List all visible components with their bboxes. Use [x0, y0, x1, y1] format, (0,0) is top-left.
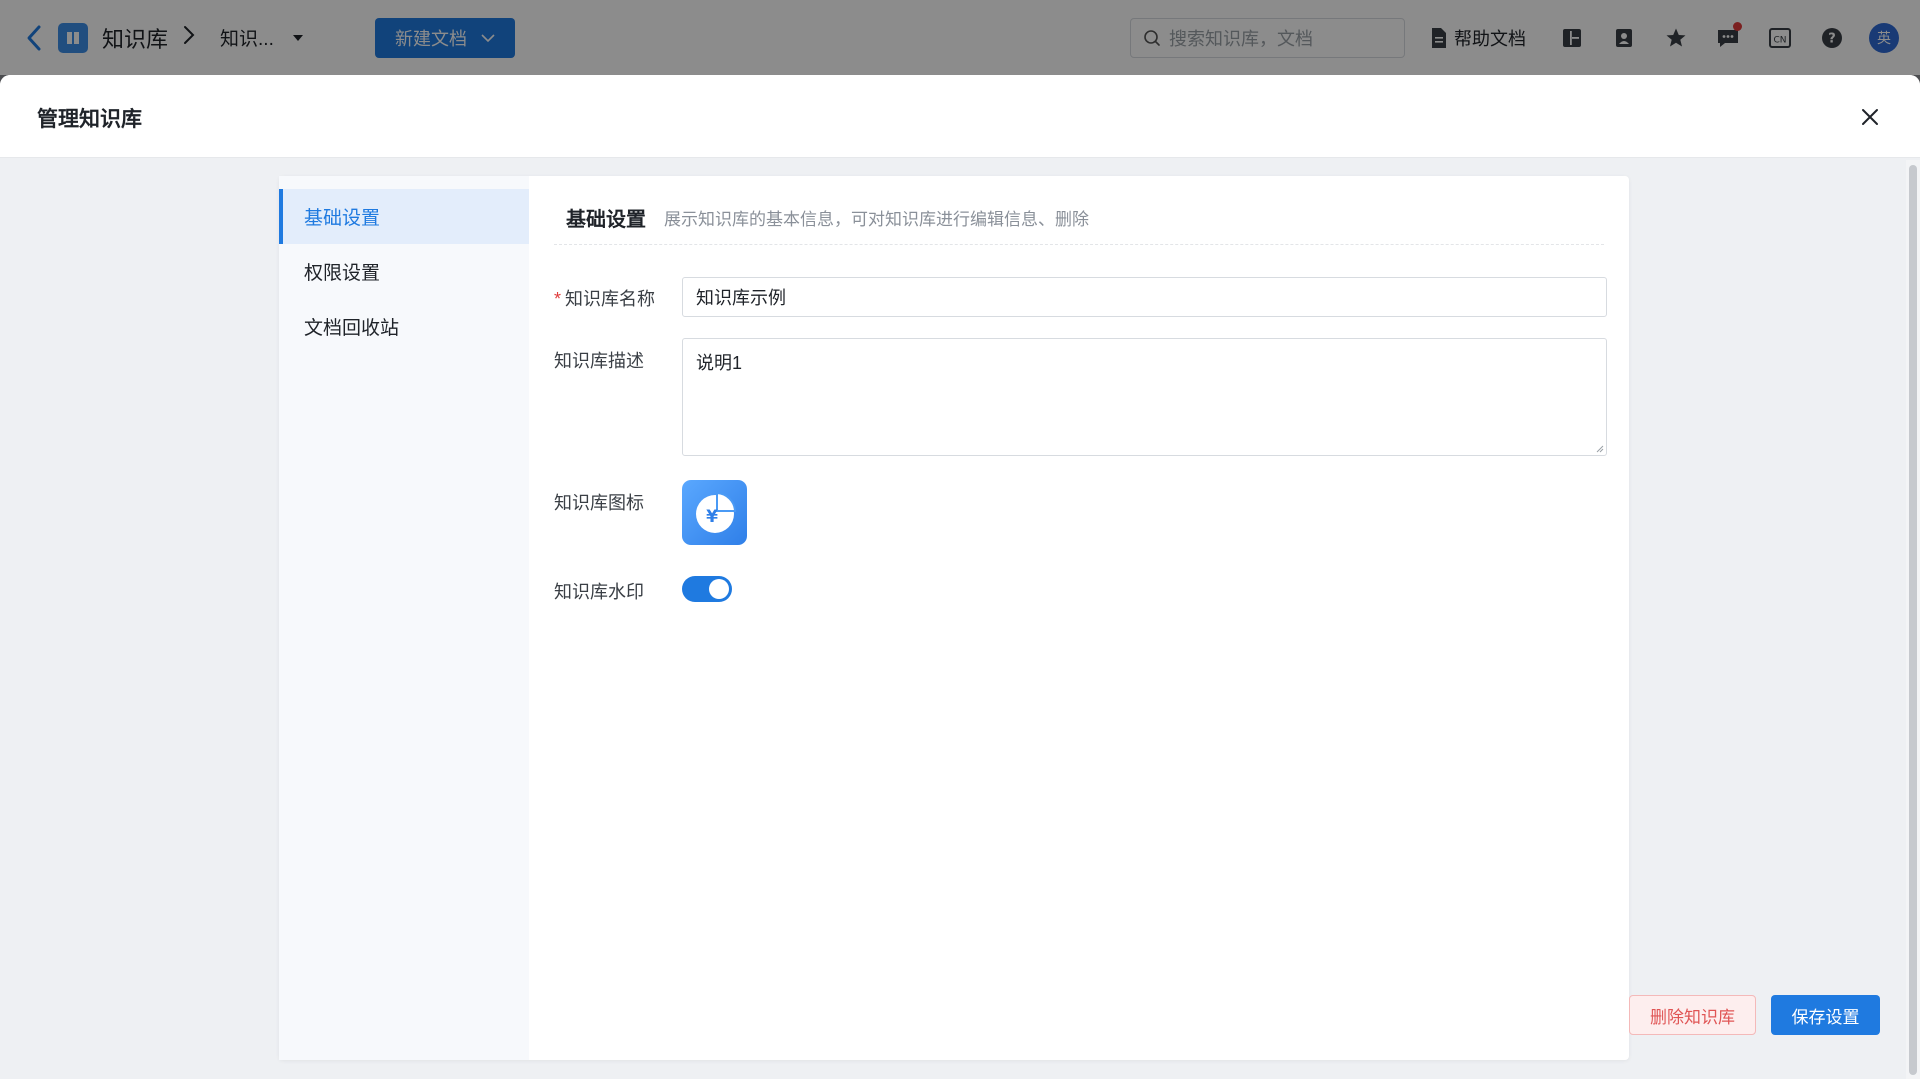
name-label: 知识库名称	[565, 289, 656, 309]
description-value: 说明1	[696, 353, 743, 373]
drawer-title: 管理知识库	[37, 108, 142, 131]
settings-side-nav: 基础设置 权限设置 文档回收站	[279, 176, 529, 1060]
resize-grip-icon[interactable]	[1594, 443, 1604, 453]
icon-label: 知识库图标	[554, 493, 644, 513]
drawer-header: 管理知识库	[0, 75, 1920, 158]
desc-label: 知识库描述	[554, 351, 644, 371]
nav-item-permission-settings[interactable]: 权限设置	[279, 244, 529, 299]
delete-knowledge-base-button[interactable]: 删除知识库	[1629, 995, 1756, 1035]
section-description: 展示知识库的基本信息，可对知识库进行编辑信息、删除	[664, 209, 1089, 229]
nav-item-basic-settings[interactable]: 基础设置	[279, 189, 529, 244]
kb-icon-picker[interactable]: ¥	[682, 480, 747, 545]
kb-name-input[interactable]: 知识库示例	[682, 277, 1607, 317]
name-label-row: * 知识库名称	[554, 285, 655, 311]
section-header: 基础设置 展示知识库的基本信息，可对知识库进行编辑信息、删除	[554, 200, 1604, 245]
svg-text:¥: ¥	[706, 507, 718, 527]
save-settings-button[interactable]: 保存设置	[1771, 995, 1880, 1035]
watermark-label: 知识库水印	[554, 582, 644, 602]
pie-chart-yen-icon: ¥	[695, 491, 736, 533]
manage-knowledge-base-drawer: 管理知识库 基础设置 权限设置 文档回收站 基础设置 展示知识库的基本信息，可对…	[0, 75, 1920, 1079]
toggle-knob	[709, 579, 729, 599]
settings-content: 基础设置 展示知识库的基本信息，可对知识库进行编辑信息、删除 * 知识库名称 知识…	[554, 176, 1880, 1060]
settings-card: 基础设置 权限设置 文档回收站 基础设置 展示知识库的基本信息，可对知识库进行编…	[279, 176, 1880, 1060]
nav-item-recycle-bin[interactable]: 文档回收站	[279, 299, 529, 354]
kb-description-textarea[interactable]: 说明1	[682, 338, 1607, 456]
required-asterisk: *	[554, 289, 562, 309]
watermark-toggle[interactable]	[682, 576, 732, 602]
section-title: 基础设置	[566, 208, 646, 231]
close-icon[interactable]	[1858, 105, 1882, 129]
scrollbar-thumb[interactable]	[1909, 165, 1917, 1075]
